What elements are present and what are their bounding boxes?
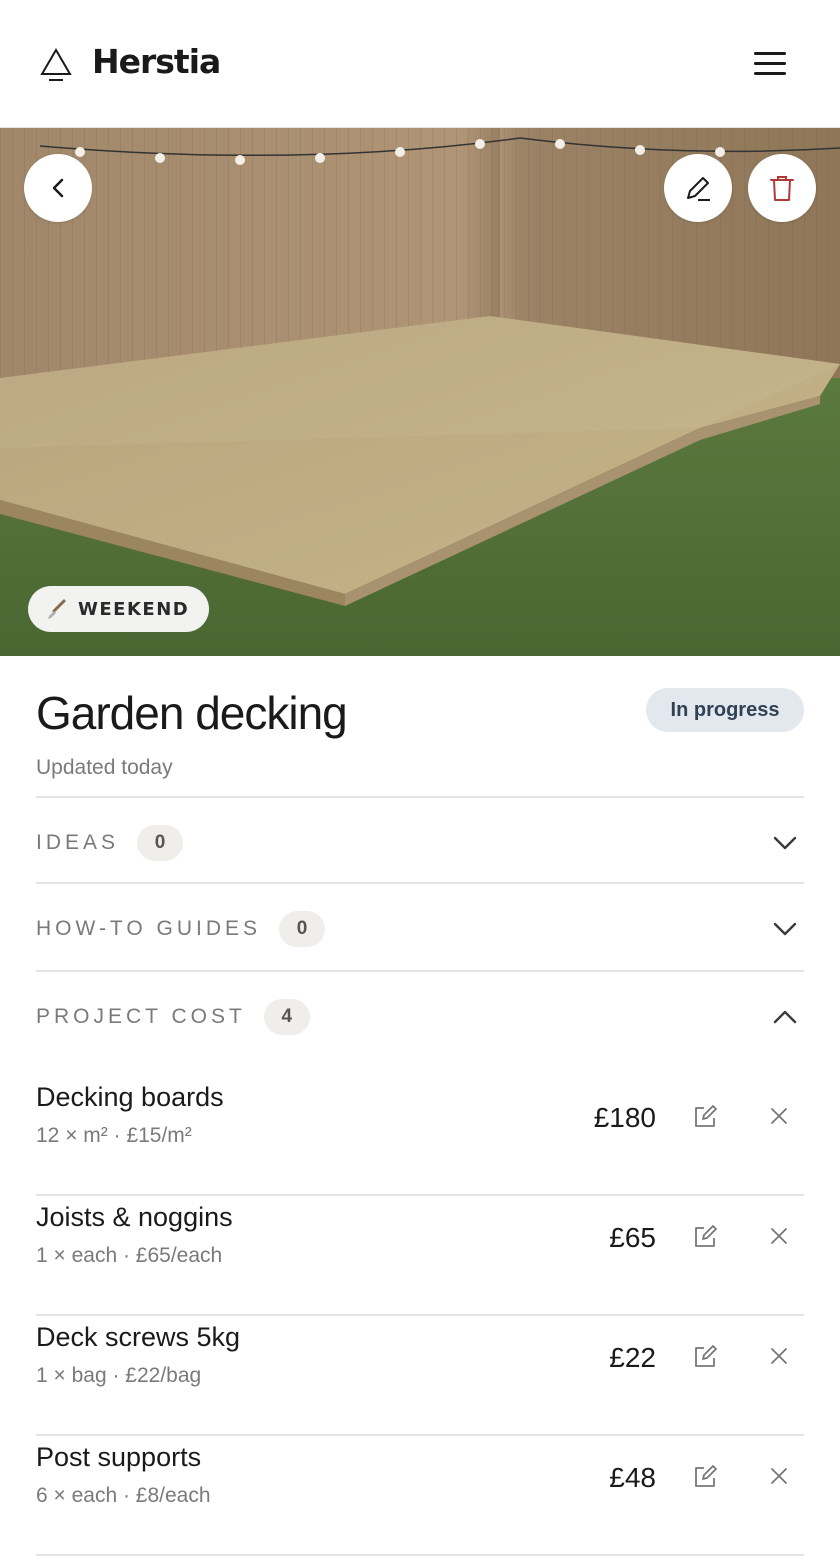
close-icon[interactable] (770, 1107, 788, 1125)
cost-item-price: £180 (593, 1102, 656, 1133)
cost-item-name: Post supports (36, 1442, 202, 1472)
divider (36, 970, 804, 972)
section-ideas-label: IDEAS (36, 831, 120, 854)
edit-icon[interactable] (692, 1344, 718, 1370)
edit-icon[interactable] (692, 1224, 718, 1250)
section-guides-header[interactable]: HOW-TO GUIDES 0 (36, 886, 804, 972)
cost-item-detail: 1 × bag · £22/bag (36, 1364, 202, 1387)
triangle-logo-icon (40, 48, 72, 81)
pencil-icon (687, 177, 710, 201)
paintbrush-icon (48, 599, 66, 619)
divider (36, 1554, 804, 1556)
page-title: Garden decking (36, 687, 348, 739)
brand-name[interactable]: Herstia (92, 42, 221, 81)
section-cost-count: 4 (263, 999, 310, 1035)
cost-item-price: £65 (609, 1222, 656, 1253)
cost-item-detail: 12 × m² · £15/m² (36, 1124, 192, 1147)
divider (36, 882, 804, 884)
chevron-down-icon (773, 922, 797, 936)
cost-item-price: £48 (609, 1462, 656, 1493)
cost-item: Deck screws 5kg 1 × bag · £22/bag £22 (36, 1316, 804, 1436)
section-guides-label: HOW-TO GUIDES (36, 917, 262, 940)
app-header: Herstia (0, 0, 840, 128)
close-icon[interactable] (770, 1227, 788, 1245)
cost-item-name: Joists & noggins (36, 1202, 233, 1232)
status-badge[interactable]: In progress (646, 688, 804, 732)
chevron-up-icon (773, 1010, 797, 1024)
cost-item-name: Deck screws 5kg (36, 1322, 241, 1352)
close-icon[interactable] (770, 1347, 788, 1365)
section-ideas-header[interactable]: IDEAS 0 (36, 800, 804, 886)
cost-item-detail: 6 × each · £8/each (36, 1484, 211, 1507)
delete-project-button[interactable] (748, 154, 816, 222)
chevron-down-icon (773, 836, 797, 850)
edit-project-button[interactable] (664, 154, 732, 222)
close-icon[interactable] (770, 1467, 788, 1485)
chevron-left-icon (52, 178, 64, 198)
divider (36, 796, 804, 798)
cost-item-price: £22 (609, 1342, 656, 1373)
edit-icon[interactable] (692, 1464, 718, 1490)
section-guides-count: 0 (279, 911, 326, 947)
cost-item: Decking boards 12 × m² · £15/m² £180 (36, 1076, 804, 1196)
updated-timestamp: Updated today (36, 756, 173, 779)
cost-item-detail: 1 × each · £65/each (36, 1244, 223, 1267)
section-ideas-count: 0 (137, 825, 184, 861)
section-cost-label: PROJECT COST (36, 1005, 246, 1028)
hamburger-menu-icon[interactable] (754, 50, 786, 78)
project-hero-image: WEEKEND (0, 128, 840, 656)
cost-item: Joists & noggins 1 × each · £65/each £65 (36, 1196, 804, 1316)
cost-item: Post supports 6 × each · £8/each £48 (36, 1436, 804, 1556)
cost-item-name: Decking boards (36, 1082, 224, 1112)
edit-icon[interactable] (692, 1104, 718, 1130)
back-button[interactable] (24, 154, 92, 222)
trash-icon (770, 176, 794, 201)
effort-badge: WEEKEND (28, 586, 210, 632)
effort-badge-label: WEEKEND (78, 598, 190, 620)
section-cost-header[interactable]: PROJECT COST 4 (36, 974, 804, 1060)
